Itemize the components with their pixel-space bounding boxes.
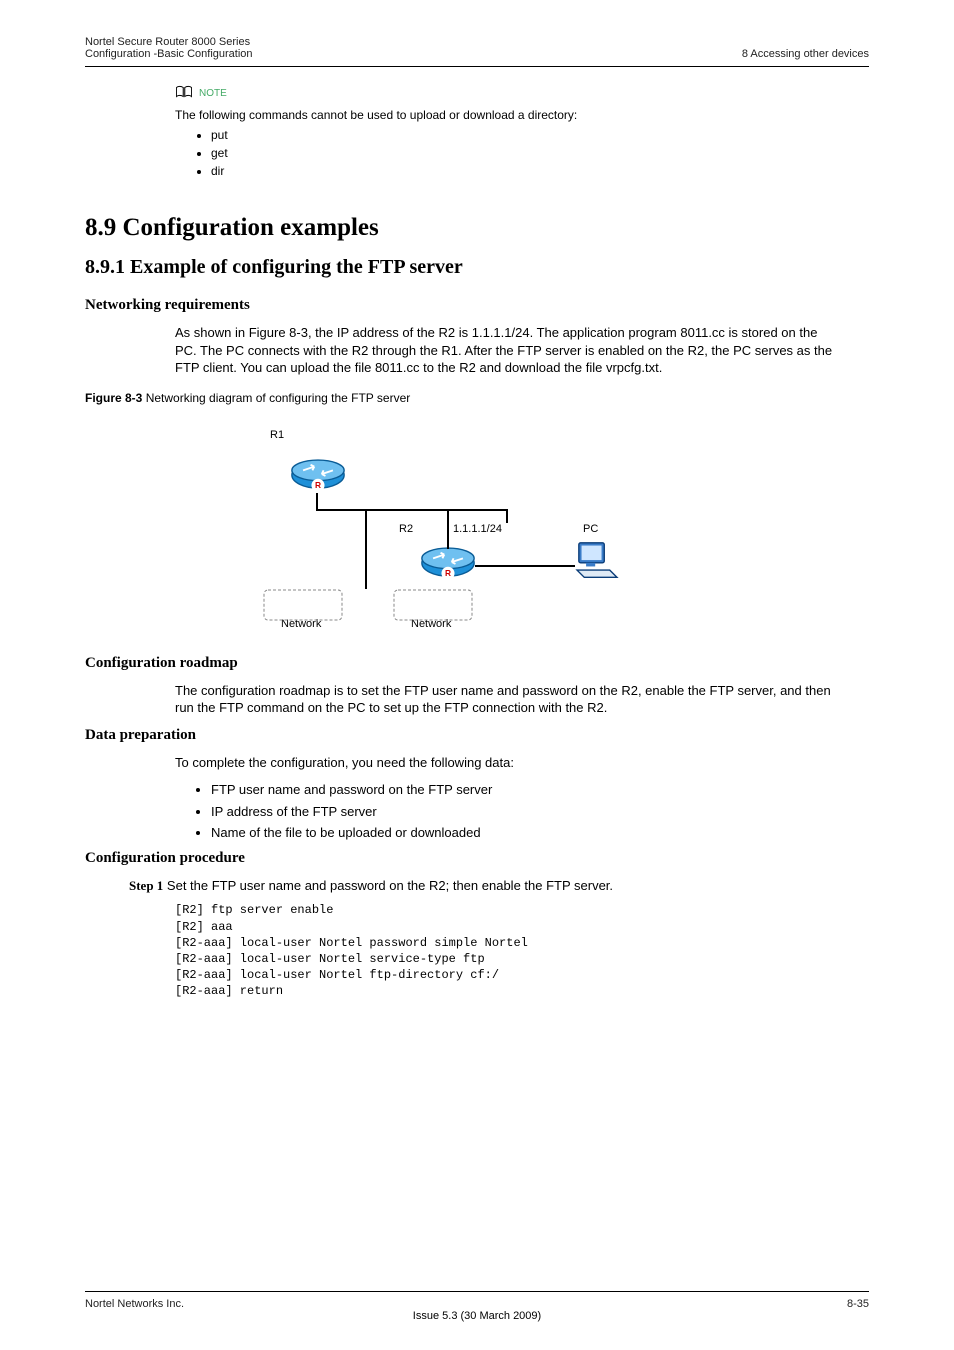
figure-number: Figure 8-3	[85, 391, 142, 405]
figure-connection-line	[447, 523, 449, 549]
figure-connection-line	[365, 509, 367, 523]
section-heading-8-9: 8.9 Configuration examples	[85, 214, 869, 242]
step-1-line: Step 1 Set the FTP user name and passwor…	[129, 877, 839, 895]
figure-connection-line	[475, 565, 575, 567]
figure-label-addr: 1.1.1.1/24	[453, 523, 502, 535]
network-cloud-icon	[393, 589, 473, 621]
figure-connection-line	[316, 509, 508, 511]
figure-connection-line	[365, 523, 367, 589]
list-item: get	[211, 146, 829, 160]
section-heading-8-9-1: 8.9.1 Example of configuring the FTP ser…	[85, 256, 869, 279]
footer-center: Issue 5.3 (30 March 2009)	[85, 1310, 869, 1322]
networking-requirements-heading: Networking requirements	[85, 297, 869, 314]
footer-left: Nortel Networks Inc.	[85, 1298, 184, 1310]
data-preparation-heading: Data preparation	[85, 727, 869, 744]
svg-text:R: R	[445, 568, 451, 578]
footer-divider	[85, 1291, 869, 1292]
header-right-1: 8 Accessing other devices	[742, 48, 869, 60]
list-item: put	[211, 128, 829, 142]
list-item: dir	[211, 164, 829, 178]
figure-label-r2: R2	[399, 523, 413, 535]
figure-connection-line	[447, 509, 449, 523]
figure-connection-line	[506, 509, 508, 523]
configuration-procedure-heading: Configuration procedure	[85, 850, 869, 867]
network-cloud-icon	[263, 589, 343, 621]
list-item: FTP user name and password on the FTP se…	[211, 781, 869, 799]
figure-label-r1: R1	[270, 429, 284, 441]
pc-icon	[575, 541, 619, 584]
data-preparation-intro: To complete the configuration, you need …	[175, 754, 839, 772]
router-icon: R	[290, 457, 340, 487]
step-text: Set the FTP user name and password on th…	[163, 878, 613, 893]
list-item: Name of the file to be uploaded or downl…	[211, 824, 869, 842]
footer-right-page: 8-35	[847, 1298, 869, 1310]
configuration-roadmap-text: The configuration roadmap is to set the …	[175, 682, 839, 717]
step-label: Step 1	[129, 878, 163, 893]
svg-text:R: R	[315, 480, 321, 490]
router-icon: R	[420, 545, 470, 575]
note-intro: The following commands cannot be used to…	[175, 108, 829, 122]
note-label: NOTE	[199, 88, 227, 99]
configuration-roadmap-heading: Configuration roadmap	[85, 655, 869, 672]
figure-connection-line	[316, 493, 318, 509]
networking-requirements-text: As shown in Figure 8-3, the IP address o…	[175, 324, 839, 377]
header-left-1: Nortel Secure Router 8000 Series	[85, 36, 253, 48]
header-left-2: Configuration -Basic Configuration	[85, 48, 253, 60]
code-block: [R2] ftp server enable [R2] aaa [R2-aaa]…	[175, 902, 839, 999]
figure-caption: Figure 8-3 Networking diagram of configu…	[85, 391, 869, 405]
figure-label-pc: PC	[583, 523, 598, 535]
network-diagram: R R R1 R2 PC 1.1.1.1/24 Network	[215, 415, 635, 645]
list-item: IP address of the FTP server	[211, 803, 869, 821]
note-open-book-icon	[175, 85, 193, 102]
header-divider	[85, 66, 869, 67]
figure-caption-text: Networking diagram of configuring the FT…	[142, 391, 410, 405]
